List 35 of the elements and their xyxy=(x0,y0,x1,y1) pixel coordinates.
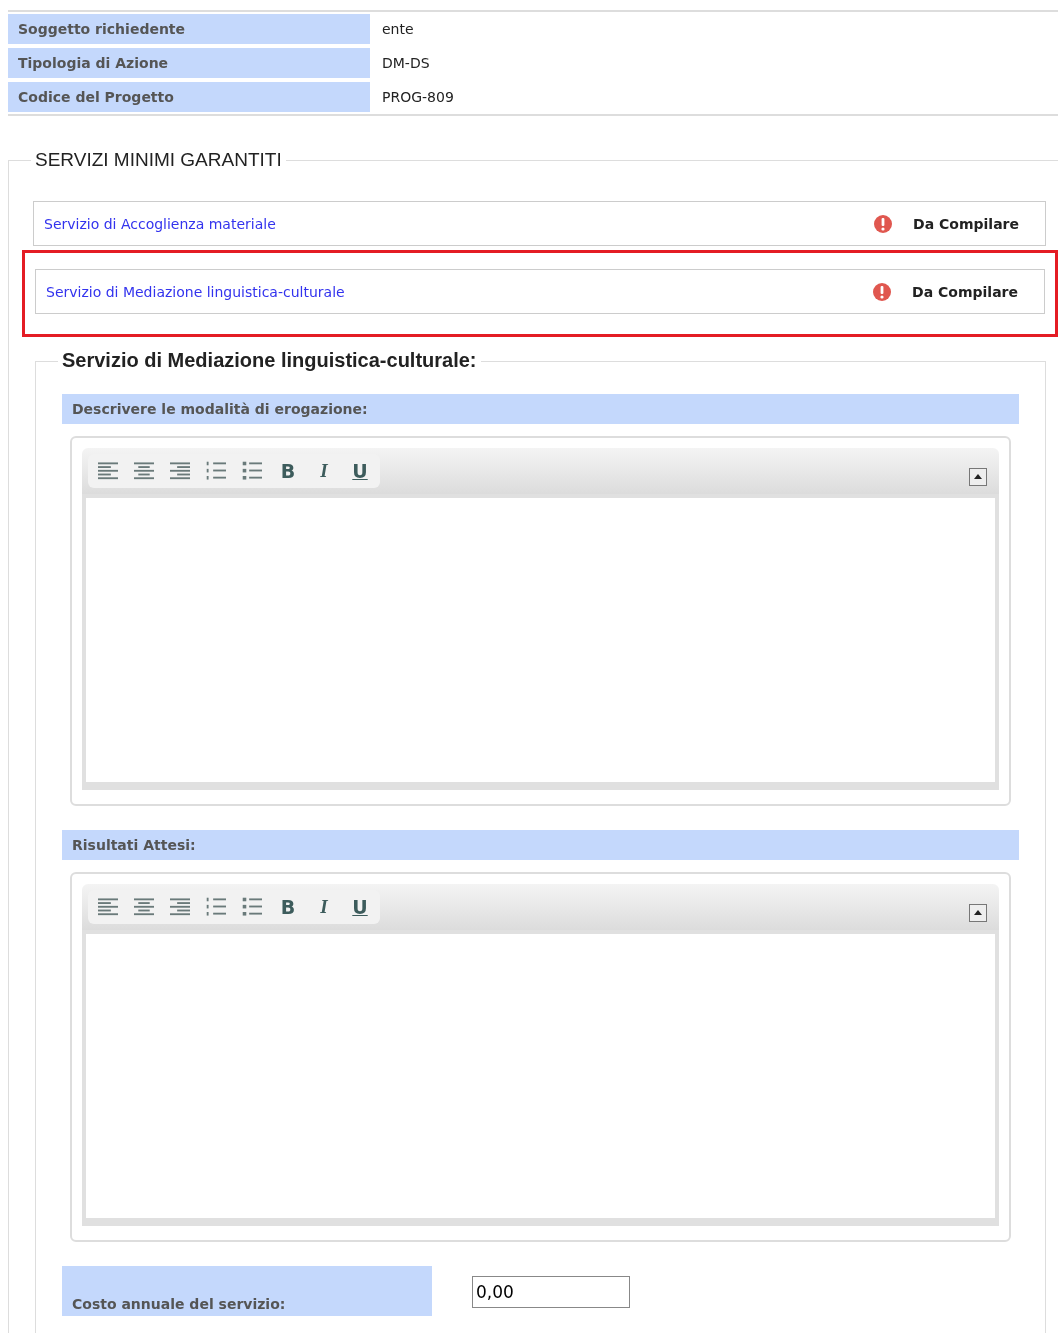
service-link[interactable]: Servizio di Mediazione linguistica-culturale xyxy=(46,283,873,300)
ordered-list-icon[interactable] xyxy=(206,897,226,917)
cost-input[interactable]: 0,00 xyxy=(472,1276,630,1308)
field-label: Codice del Progetto xyxy=(8,82,370,112)
underline-button[interactable]: U xyxy=(350,896,370,918)
bold-button[interactable]: B xyxy=(278,896,298,918)
field-label: Descrivere le modalità di erogazione: xyxy=(62,394,1019,424)
bullet-list-icon[interactable] xyxy=(242,461,262,481)
field-label: Soggetto richiedente xyxy=(8,14,370,44)
underline-button[interactable]: U xyxy=(350,460,370,482)
field-label: Costo annuale del servizio: xyxy=(62,1266,432,1316)
align-center-icon[interactable] xyxy=(134,461,154,481)
ordered-list-icon[interactable] xyxy=(206,461,226,481)
align-right-icon[interactable] xyxy=(170,461,190,481)
status-text: Da Compilare xyxy=(913,215,1019,232)
collapse-icon[interactable] xyxy=(969,904,987,922)
italic-button[interactable]: I xyxy=(314,896,334,918)
align-left-icon[interactable] xyxy=(98,461,118,481)
align-right-icon[interactable] xyxy=(170,897,190,917)
field-value: ente xyxy=(381,20,414,39)
field-label: Tipologia di Azione xyxy=(8,48,370,78)
collapse-icon[interactable] xyxy=(969,468,987,486)
italic-button[interactable]: I xyxy=(314,460,334,482)
warning-icon xyxy=(872,281,893,302)
warning-icon xyxy=(873,213,894,234)
field-value: PROG-809 xyxy=(381,88,454,107)
field-label: Risultati Attesi: xyxy=(62,830,1019,860)
status-text: Da Compilare xyxy=(912,283,1018,300)
bullet-list-icon[interactable] xyxy=(242,897,262,917)
align-left-icon[interactable] xyxy=(98,897,118,917)
align-center-icon[interactable] xyxy=(134,897,154,917)
section-legend: Servizio di Mediazione linguistica-culturale: xyxy=(58,349,481,372)
field-value: DM-DS xyxy=(381,54,430,73)
service-link[interactable]: Servizio di Accoglienza materiale xyxy=(44,215,874,232)
bold-button[interactable]: B xyxy=(278,460,298,482)
